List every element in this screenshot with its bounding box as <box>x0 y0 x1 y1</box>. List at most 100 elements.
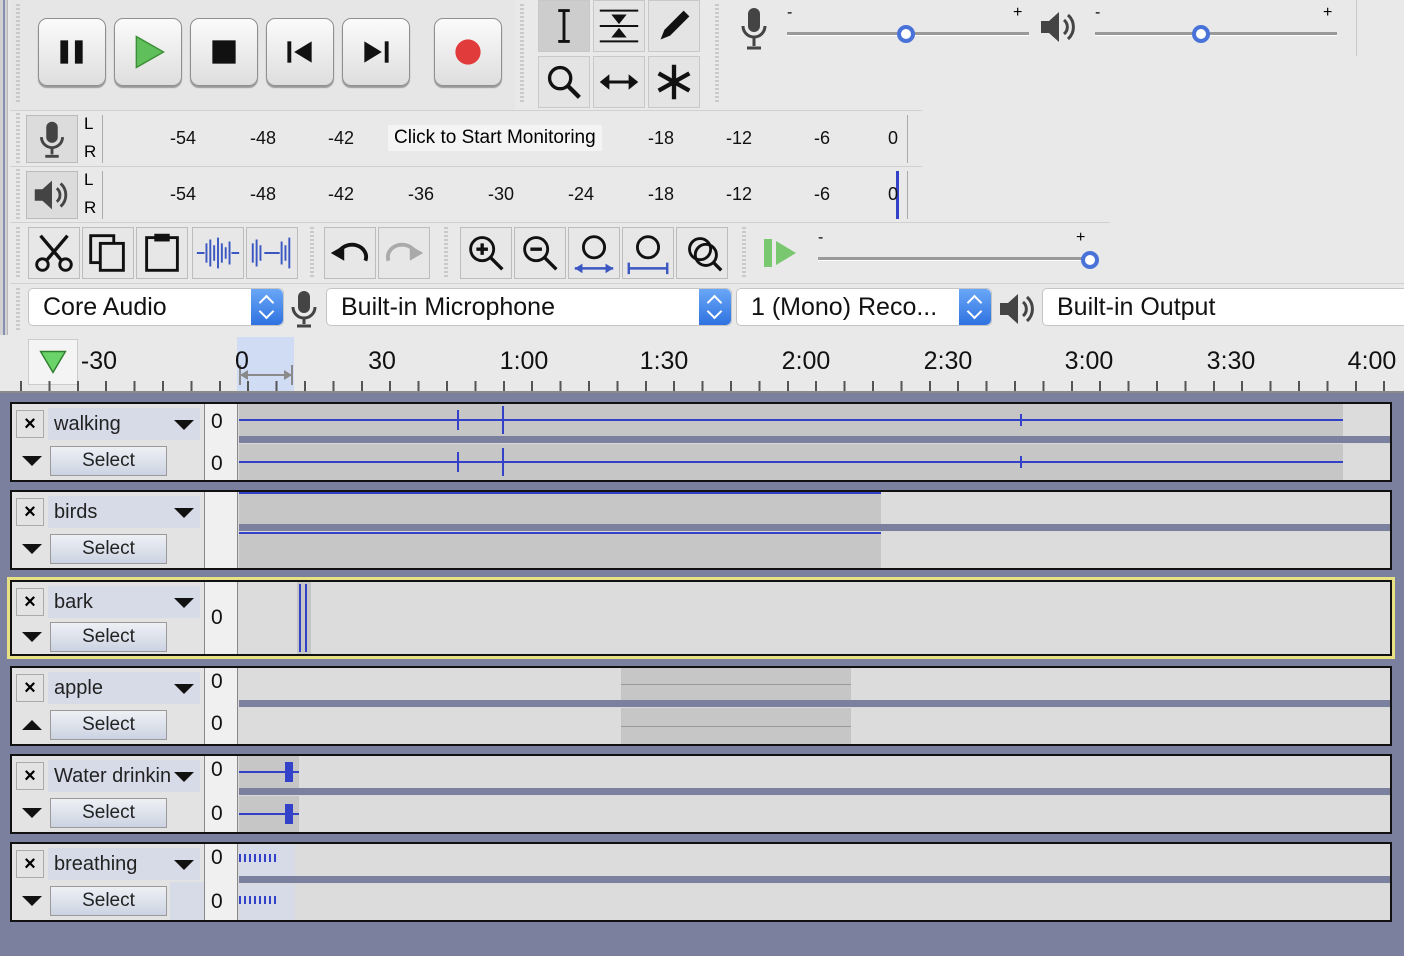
audio-clip[interactable] <box>239 532 881 568</box>
timeline-ruler[interactable]: -30 0 30 1:00 1:30 2:00 2:30 3:00 3:30 4… <box>0 335 1404 393</box>
playback-tick: -42 <box>328 184 355 204</box>
select-track-button[interactable]: Select <box>50 622 167 652</box>
recording-device-select[interactable]: Built-in Microphone <box>326 288 732 326</box>
zoom-toggle-button[interactable] <box>676 227 728 279</box>
zoom-in-icon <box>469 236 504 271</box>
track[interactable]: × walking Select 0 0 <box>10 402 1392 482</box>
select-track-button[interactable]: Select <box>50 886 167 916</box>
close-track-button[interactable]: × <box>16 762 44 790</box>
record-tick: -48 <box>250 128 277 148</box>
record-meter-button[interactable] <box>26 115 78 163</box>
select-track-button[interactable]: Select <box>50 710 167 740</box>
waveform-channel[interactable] <box>239 756 1390 788</box>
silence-audio-button[interactable] <box>246 227 298 279</box>
waveform <box>239 461 1343 463</box>
waveform-channel[interactable] <box>239 492 1390 524</box>
waveform-channel[interactable] <box>239 404 1390 436</box>
collapse-icon[interactable] <box>16 444 48 476</box>
waveform-channel[interactable] <box>239 582 1390 654</box>
waveform-channel[interactable] <box>239 708 1390 744</box>
play-speed-thumb[interactable] <box>1081 251 1099 269</box>
playback-meter-button[interactable] <box>26 171 78 219</box>
multi-tool-button[interactable] <box>648 56 700 108</box>
timeshift-tool-button[interactable] <box>593 56 645 108</box>
collapse-icon[interactable] <box>16 620 48 652</box>
waveform-channel[interactable] <box>239 532 1390 568</box>
collapse-icon[interactable] <box>16 796 48 828</box>
track-name-menu[interactable]: Water drinkin <box>48 760 200 792</box>
paste-icon <box>145 233 179 272</box>
selection-tool-button[interactable] <box>538 0 590 52</box>
select-track-button[interactable]: Select <box>50 446 167 476</box>
track[interactable]: × Water drinkin Select 0 0 <box>10 754 1392 834</box>
waveform-channel[interactable] <box>239 796 1390 832</box>
play-button[interactable] <box>114 18 182 86</box>
fit-selection-button[interactable] <box>568 227 620 279</box>
record-volume-thumb[interactable] <box>897 25 915 43</box>
collapse-icon[interactable] <box>16 884 48 916</box>
track[interactable]: × breathing Select 0 0 <box>10 842 1392 922</box>
copy-button[interactable] <box>82 227 134 279</box>
skip-to-end-button[interactable] <box>342 18 410 86</box>
track[interactable]: × birds Select <box>10 490 1392 570</box>
stop-button[interactable] <box>190 18 258 86</box>
waveform-channel[interactable] <box>239 884 1390 920</box>
speaker-icon <box>1000 294 1034 324</box>
close-track-button[interactable]: × <box>16 410 44 438</box>
select-track-button[interactable]: Select <box>50 798 167 828</box>
playback-volume-slider[interactable] <box>1095 32 1337 36</box>
close-track-button[interactable]: × <box>16 674 44 702</box>
playback-tick: -24 <box>568 184 595 204</box>
recording-channels-select[interactable]: 1 (Mono) Reco... <box>736 288 992 326</box>
track-name-menu[interactable]: apple <box>48 672 200 704</box>
pinned-play-head-button[interactable] <box>28 339 78 385</box>
audio-host-select[interactable]: Core Audio <box>28 288 284 326</box>
track-name-menu[interactable]: birds <box>48 496 200 528</box>
track-control-panel: × bark Select <box>12 582 204 654</box>
select-track-button[interactable]: Select <box>50 534 167 564</box>
track-name-menu[interactable]: bark <box>48 586 200 618</box>
channel-separator <box>239 876 1390 883</box>
play-speed-slider[interactable] <box>818 257 1084 261</box>
track-name-menu[interactable]: breathing <box>48 848 200 880</box>
waveform-channel[interactable] <box>239 844 1390 876</box>
expand-icon[interactable] <box>16 708 48 740</box>
skip-to-start-button[interactable] <box>266 18 334 86</box>
start-monitoring-label[interactable]: Click to Start Monitoring <box>388 125 602 151</box>
trim-audio-button[interactable] <box>192 227 244 279</box>
playback-device-select[interactable]: Built-in Output <box>1042 288 1404 326</box>
close-track-button[interactable]: × <box>16 588 44 616</box>
envelope-tool-button[interactable] <box>593 0 645 52</box>
waveform-channel[interactable] <box>239 668 1390 700</box>
zoom-tool-button[interactable] <box>538 56 590 108</box>
record-button[interactable] <box>434 18 502 86</box>
paste-button[interactable] <box>136 227 188 279</box>
track[interactable]: × apple Select 0 0 <box>10 666 1392 746</box>
collapse-icon[interactable] <box>16 532 48 564</box>
fit-project-button[interactable] <box>622 227 674 279</box>
redo-button[interactable] <box>378 227 430 279</box>
vertical-ruler: 0 0 <box>204 756 238 832</box>
waveform-channel[interactable] <box>239 444 1390 480</box>
pause-button[interactable] <box>38 18 106 86</box>
zoom-in-button[interactable] <box>460 227 512 279</box>
record-tick: -42 <box>328 128 355 148</box>
cut-button[interactable] <box>28 227 80 279</box>
track-name-menu[interactable]: walking <box>48 408 200 440</box>
audio-clip[interactable] <box>239 492 881 524</box>
playback-device-value: Built-in Output <box>1057 293 1216 321</box>
play-at-speed-button[interactable] <box>754 227 806 279</box>
close-track-button[interactable]: × <box>16 850 44 878</box>
close-track-button[interactable]: × <box>16 498 44 526</box>
track[interactable]: × bark Select 0 <box>7 577 1395 659</box>
undo-button[interactable] <box>324 227 376 279</box>
record-volume-max-label: + <box>1013 4 1023 21</box>
draw-tool-button[interactable] <box>648 0 700 52</box>
speed-min-label: - <box>818 229 824 246</box>
play-icon <box>135 35 165 69</box>
play-at-speed-icon <box>764 239 796 267</box>
envelope-tool-icon <box>599 9 639 43</box>
playback-volume-thumb[interactable] <box>1192 25 1210 43</box>
waveform <box>299 584 301 652</box>
zoom-out-button[interactable] <box>514 227 566 279</box>
